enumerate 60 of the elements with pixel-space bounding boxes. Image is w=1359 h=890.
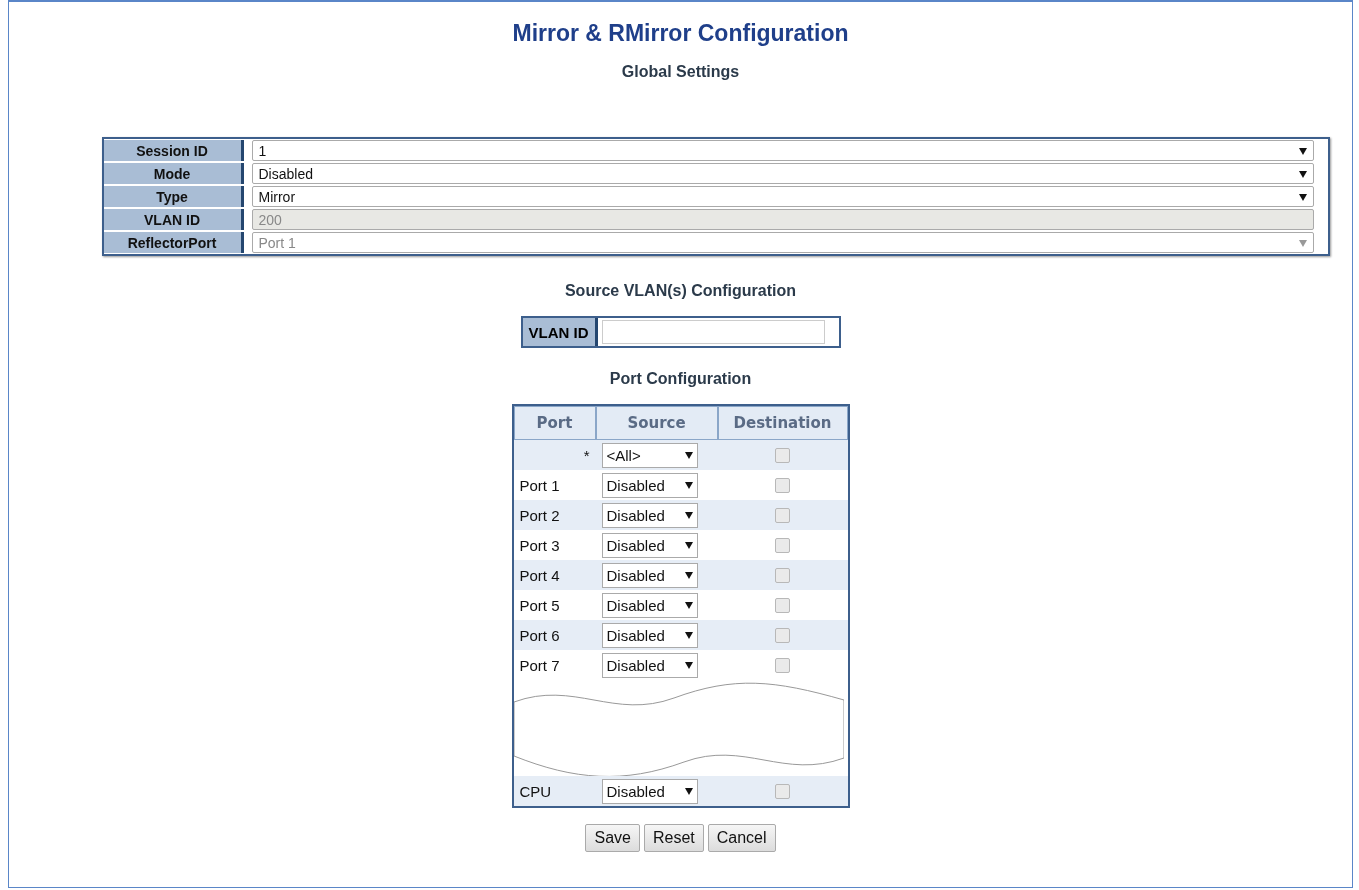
vlan-id-input[interactable]	[601, 320, 825, 344]
dropdown-arrow-icon	[1298, 146, 1307, 155]
port-name: Port 6	[518, 626, 561, 644]
dropdown-arrow-icon	[684, 787, 693, 795]
destination-checkbox[interactable]	[775, 784, 790, 800]
port-name: Port 7	[518, 656, 561, 674]
dropdown-arrow-icon	[684, 631, 693, 639]
port-name: CPU	[518, 782, 553, 800]
port-name: Port 4	[518, 566, 561, 584]
port-name: Port 1	[518, 476, 561, 494]
dropdown-arrow-icon	[1298, 169, 1307, 178]
source-dropdown[interactable]: <All>	[601, 442, 698, 468]
dropdown-arrow-icon	[684, 481, 693, 489]
port-name: Port 3	[518, 536, 561, 554]
setting-label: Type	[103, 186, 244, 207]
dropdown[interactable]: 1	[251, 140, 1314, 161]
source-dropdown[interactable]: Disabled	[601, 502, 698, 528]
page-title: Mirror & RMirror Configuration	[512, 20, 849, 47]
source-dropdown[interactable]: Disabled	[601, 652, 698, 678]
section-heading: Port Configuration	[609, 370, 752, 388]
dropdown-arrow-icon	[684, 661, 693, 669]
destination-checkbox[interactable]	[775, 508, 790, 524]
source-dropdown[interactable]: Disabled	[601, 778, 698, 804]
destination-checkbox[interactable]	[775, 538, 790, 554]
destination-checkbox[interactable]	[775, 598, 790, 614]
port-name: *	[582, 446, 591, 464]
column-header: Source	[595, 406, 718, 440]
source-dropdown[interactable]: Disabled	[601, 532, 698, 558]
dropdown-arrow-icon	[684, 541, 693, 549]
section-heading: Global Settings	[621, 63, 740, 81]
dropdown-arrow-icon	[684, 601, 693, 609]
source-dropdown[interactable]: Disabled	[601, 472, 698, 498]
dropdown[interactable]: Mirror	[251, 186, 1314, 207]
action-button[interactable]: Save	[585, 824, 640, 852]
section-heading: Source VLAN(s) Configuration	[564, 282, 797, 300]
destination-checkbox[interactable]	[775, 478, 790, 494]
setting-label: VLAN ID	[103, 209, 244, 230]
setting-label: Session ID	[103, 140, 244, 161]
setting-label: Mode	[103, 163, 244, 184]
dropdown-arrow-icon	[684, 571, 693, 579]
setting-label: ReflectorPort	[103, 232, 244, 253]
source-dropdown[interactable]: Disabled	[601, 622, 698, 648]
destination-checkbox[interactable]	[775, 658, 790, 674]
port-name: Port 5	[518, 596, 561, 614]
port-name: Port 2	[518, 506, 561, 524]
destination-checkbox[interactable]	[775, 628, 790, 644]
destination-checkbox[interactable]	[775, 448, 790, 464]
dropdown-arrow-icon	[1298, 192, 1307, 201]
field-label: VLAN ID	[522, 318, 598, 346]
dropdown-arrow-icon	[684, 511, 693, 519]
destination-checkbox[interactable]	[775, 568, 790, 584]
source-dropdown[interactable]: Disabled	[601, 592, 698, 618]
column-header: Destination	[717, 406, 848, 440]
dropdown-arrow-icon	[1298, 238, 1307, 247]
action-button[interactable]: Reset	[643, 824, 704, 852]
dropdown[interactable]: Disabled	[251, 163, 1314, 184]
dropdown-arrow-icon	[684, 451, 693, 459]
column-header: Port	[513, 406, 596, 440]
source-dropdown[interactable]: Disabled	[601, 562, 698, 588]
action-button[interactable]: Cancel	[707, 824, 776, 852]
